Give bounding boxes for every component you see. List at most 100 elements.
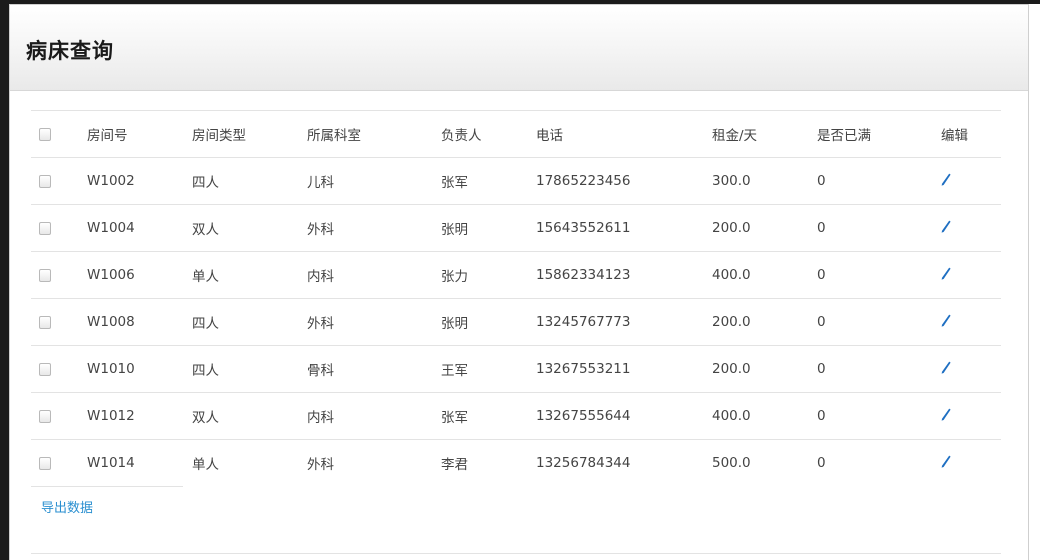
cell-edit[interactable] [941,157,1001,205]
row-select-cell[interactable] [31,251,87,299]
cell-room: W1010 [87,345,192,393]
cell-room-type: 双人 [192,204,307,252]
pencil-icon[interactable] [941,267,951,284]
row-select-cell[interactable] [31,298,87,346]
row-select-cell[interactable] [31,392,87,440]
bottom-divider [31,553,1001,554]
cell-rent: 300.0 [712,157,817,205]
cell-phone: 15643552611 [536,204,712,252]
table-body: W1002 四人 儿科 张军 17865223456 300.0 0 W1004… [31,157,1001,486]
cell-person-in-charge: 张明 [441,298,536,346]
row-checkbox[interactable] [39,409,51,423]
cell-person-in-charge: 张军 [441,392,536,440]
cell-person-in-charge: 李君 [441,439,536,486]
row-checkbox[interactable] [39,174,51,188]
table-footer-divider [31,486,183,487]
cell-phone: 13245767773 [536,298,712,346]
table-row: W1010 四人 骨科 王军 13267553211 200.0 0 [31,345,1001,393]
header-person-in-charge: 负责人 [441,110,536,158]
header-room-type: 房间类型 [192,110,307,158]
select-all-cell[interactable] [31,110,87,158]
cell-phone: 17865223456 [536,157,712,205]
cell-is-full: 0 [817,157,941,205]
export-data-link[interactable]: 导出数据 [41,497,93,516]
cell-rent: 200.0 [712,298,817,346]
cell-department: 外科 [307,298,441,346]
bed-table-wrapper: 房间号 房间类型 所属科室 负责人 电话 租金/天 是否已满 编辑 W1002 … [31,110,1001,486]
cell-edit[interactable] [941,345,1001,393]
cell-room: W1012 [87,392,192,440]
pencil-icon[interactable] [941,408,951,425]
cell-room: W1004 [87,204,192,252]
page-title: 病床查询 [26,39,114,63]
cell-department: 儿科 [307,157,441,205]
row-checkbox[interactable] [39,315,51,329]
cell-person-in-charge: 张明 [441,204,536,252]
cell-room-type: 四人 [192,298,307,346]
cell-room: W1002 [87,157,192,205]
header-is-full: 是否已满 [817,110,941,158]
cell-is-full: 0 [817,251,941,299]
table-row: W1008 四人 外科 张明 13245767773 200.0 0 [31,298,1001,346]
cell-department: 内科 [307,392,441,440]
row-checkbox[interactable] [39,362,51,376]
cell-rent: 400.0 [712,392,817,440]
cell-room-type: 单人 [192,439,307,486]
cell-rent: 400.0 [712,251,817,299]
table-row: W1004 双人 外科 张明 15643552611 200.0 0 [31,204,1001,252]
cell-room: W1014 [87,439,192,486]
row-select-cell[interactable] [31,439,87,486]
pencil-icon[interactable] [941,314,951,331]
cell-edit[interactable] [941,251,1001,299]
cell-department: 外科 [307,439,441,486]
cell-edit[interactable] [941,439,1001,486]
cell-room-type: 双人 [192,392,307,440]
row-select-cell[interactable] [31,204,87,252]
cell-is-full: 0 [817,345,941,393]
cell-edit[interactable] [941,392,1001,440]
row-select-cell[interactable] [31,345,87,393]
cell-edit[interactable] [941,204,1001,252]
cell-department: 外科 [307,204,441,252]
window-left-border [0,0,9,560]
cell-is-full: 0 [817,392,941,440]
cell-room: W1006 [87,251,192,299]
cell-rent: 200.0 [712,204,817,252]
cell-rent: 200.0 [712,345,817,393]
table-row: W1002 四人 儿科 张军 17865223456 300.0 0 [31,157,1001,205]
pencil-icon[interactable] [941,220,951,237]
cell-room-type: 单人 [192,251,307,299]
cell-edit[interactable] [941,298,1001,346]
cell-phone: 15862334123 [536,251,712,299]
header-edit: 编辑 [941,110,1001,158]
row-checkbox[interactable] [39,268,51,282]
cell-room: W1008 [87,298,192,346]
bed-table: 房间号 房间类型 所属科室 负责人 电话 租金/天 是否已满 编辑 W1002 … [31,110,1001,486]
row-checkbox[interactable] [39,456,51,470]
pencil-icon[interactable] [941,455,951,472]
cell-is-full: 0 [817,204,941,252]
header-department: 所属科室 [307,110,441,158]
row-select-cell[interactable] [31,157,87,205]
cell-department: 骨科 [307,345,441,393]
header-room: 房间号 [87,110,192,158]
header-phone: 电话 [536,110,712,158]
cell-is-full: 0 [817,298,941,346]
select-all-checkbox[interactable] [39,127,51,141]
cell-room-type: 四人 [192,345,307,393]
cell-person-in-charge: 张军 [441,157,536,205]
cell-is-full: 0 [817,439,941,486]
cell-room-type: 四人 [192,157,307,205]
table-row: W1012 双人 内科 张军 13267555644 400.0 0 [31,392,1001,440]
table-row: W1006 单人 内科 张力 15862334123 400.0 0 [31,251,1001,299]
cell-phone: 13267555644 [536,392,712,440]
row-checkbox[interactable] [39,221,51,235]
table-header-row: 房间号 房间类型 所属科室 负责人 电话 租金/天 是否已满 编辑 [31,110,1001,158]
cell-department: 内科 [307,251,441,299]
pencil-icon[interactable] [941,173,951,190]
pencil-icon[interactable] [941,361,951,378]
cell-person-in-charge: 张力 [441,251,536,299]
cell-person-in-charge: 王军 [441,345,536,393]
cell-phone: 13256784344 [536,439,712,486]
panel-header: 病床查询 [10,5,1028,91]
